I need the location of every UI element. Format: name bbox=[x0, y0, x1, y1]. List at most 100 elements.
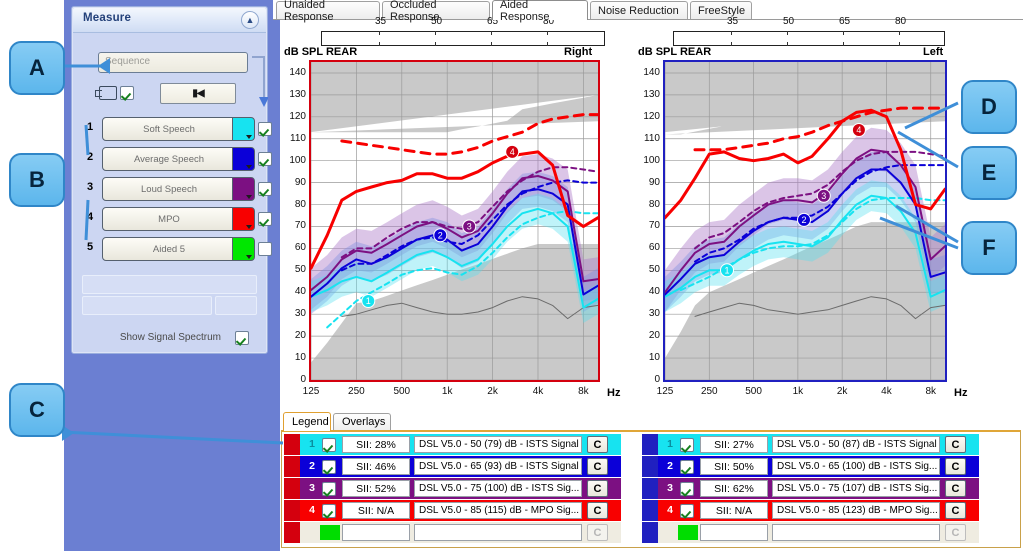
legend-tabstrip: Legend Overlays bbox=[281, 412, 1023, 431]
y-tick-10: 10 bbox=[648, 352, 660, 364]
legend-ear-color-bar bbox=[642, 434, 658, 455]
legend-c-button[interactable]: C bbox=[945, 480, 966, 497]
legend-description-cell bbox=[414, 524, 582, 541]
legend-row: 4 SII: N/A DSL V5.0 - 85 (115) dB - MPO Si… bbox=[284, 500, 621, 521]
chart-side-label: Left bbox=[923, 46, 944, 58]
legend-row-index: 2 bbox=[309, 460, 315, 472]
legend-c-button[interactable]: C bbox=[945, 436, 966, 453]
x-tick-8k: 8k bbox=[925, 386, 937, 397]
callout-d: D bbox=[961, 80, 1017, 134]
legend-sii-cell: SII: 46% bbox=[342, 458, 410, 475]
callout-c: C bbox=[9, 383, 65, 437]
legend-c-button[interactable]: C bbox=[587, 458, 608, 475]
y-tick-60: 60 bbox=[648, 242, 660, 254]
scale-tick-65: 65 bbox=[839, 16, 851, 27]
y-tick-110: 110 bbox=[644, 132, 660, 144]
legend-sii-cell: SII: 27% bbox=[700, 436, 768, 453]
legend-sii-cell: SII: N/A bbox=[342, 502, 410, 519]
legend-tab-legend[interactable]: Legend bbox=[283, 412, 331, 431]
x-tick-1k: 1k bbox=[792, 386, 804, 397]
legend-sii-cell: SII: 28% bbox=[342, 436, 410, 453]
legend-row-checkbox[interactable] bbox=[322, 438, 336, 452]
app-root: Measure ▲ Sequence ▮◀ 1 Soft Speech 2 Avera… bbox=[0, 0, 1023, 551]
legend-row: 2 SII: 50% DSL V5.0 - 65 (100) dB - ISTS S… bbox=[642, 456, 979, 477]
legend-ear-color-bar bbox=[284, 500, 300, 521]
legend-c-button[interactable]: C bbox=[587, 436, 608, 453]
legend-row-checkbox[interactable] bbox=[322, 504, 336, 518]
legend-row: 2 SII: 46% DSL V5.0 - 65 (93) dB - ISTS Si… bbox=[284, 456, 621, 477]
y-tick-0: 0 bbox=[654, 374, 660, 385]
svg-text:2: 2 bbox=[801, 215, 806, 225]
legend-ear-color-bar bbox=[642, 500, 658, 521]
legend-row-checkbox[interactable] bbox=[322, 482, 336, 496]
legend-row: 1 SII: 27% DSL V5.0 - 50 (87) dB - ISTS Si… bbox=[642, 434, 979, 455]
callout-f: F bbox=[961, 221, 1017, 275]
callout-b: B bbox=[9, 153, 65, 207]
svg-text:1: 1 bbox=[724, 266, 729, 276]
chart-y-axis-title: dB SPL REAR bbox=[638, 46, 712, 58]
legend-description-cell: DSL V5.0 - 65 (100) dB - ISTS Sig... bbox=[772, 458, 940, 475]
legend-row-checkbox[interactable] bbox=[680, 482, 694, 496]
legend-row-index: 4 bbox=[309, 504, 315, 516]
y-tick-90: 90 bbox=[648, 176, 660, 188]
legend-body: 1 SII: 28% DSL V5.0 - 50 (79) dB - ISTS Si… bbox=[281, 430, 1021, 548]
legend-c-button[interactable]: C bbox=[587, 524, 608, 541]
x-tick-125: 125 bbox=[656, 386, 674, 397]
legend-description-cell: DSL V5.0 - 75 (107) dB - ISTS Sig... bbox=[772, 480, 940, 497]
legend-description-cell: DSL V5.0 - 85 (123) dB - MPO Sig... bbox=[772, 502, 940, 519]
legend-row: 3 SII: 62% DSL V5.0 - 75 (107) dB - ISTS S… bbox=[642, 478, 979, 499]
x-tick-4k: 4k bbox=[881, 386, 892, 397]
legend-description-cell bbox=[772, 524, 940, 541]
y-tick-40: 40 bbox=[648, 286, 660, 298]
legend-c-button[interactable]: C bbox=[945, 524, 966, 541]
svg-text:3: 3 bbox=[821, 191, 826, 201]
y-tick-80: 80 bbox=[648, 198, 660, 210]
legend-c-button[interactable]: C bbox=[587, 480, 608, 497]
legend-tab-label: Overlays bbox=[342, 416, 386, 428]
legend-description-cell: DSL V5.0 - 75 (100) dB - ISTS Sig... bbox=[414, 480, 582, 497]
legend-table-right-ear: 1 SII: 28% DSL V5.0 - 50 (79) dB - ISTS Si… bbox=[284, 434, 621, 546]
legend-row-checkbox[interactable] bbox=[680, 460, 694, 474]
tab-label: Aided Response bbox=[500, 0, 550, 23]
legend-ear-color-bar bbox=[642, 456, 658, 477]
legend-row: C bbox=[642, 522, 979, 543]
legend-description-cell: DSL V5.0 - 65 (93) dB - ISTS Signal bbox=[414, 458, 582, 475]
legend-tab-overlays[interactable]: Overlays bbox=[333, 413, 391, 430]
legend-table-left-ear: 1 SII: 27% DSL V5.0 - 50 (87) dB - ISTS Si… bbox=[642, 434, 979, 546]
legend-ear-color-bar bbox=[284, 478, 300, 499]
legend-panel: Legend Overlays 1 SII: 28% DSL V5.0 - 50 (7… bbox=[281, 412, 1023, 551]
legend-row-checkbox[interactable] bbox=[680, 504, 694, 518]
legend-row-index: 2 bbox=[667, 460, 673, 472]
legend-ear-color-bar bbox=[284, 434, 300, 455]
input-level-scale-labels: 35 50 65 80 bbox=[693, 16, 943, 30]
legend-row-index: 1 bbox=[667, 438, 673, 450]
x-tick-250: 250 bbox=[700, 386, 718, 397]
legend-sii-cell: SII: 62% bbox=[700, 480, 768, 497]
legend-ear-color-bar bbox=[642, 522, 658, 543]
chart-left-ear: 35 50 65 80 dB SPL REAR Left Hz 0 10 20 30 40 50 60 70… bbox=[0, 0, 1023, 410]
plot-area-left-ear[interactable]: 1 2 3 4 bbox=[663, 60, 947, 382]
legend-row-index: 4 bbox=[667, 504, 673, 516]
legend-description-cell: DSL V5.0 - 50 (87) dB - ISTS Signal bbox=[772, 436, 940, 453]
legend-aided5-swatch[interactable] bbox=[320, 525, 340, 540]
legend-row-checkbox[interactable] bbox=[322, 460, 336, 474]
svg-text:4: 4 bbox=[856, 125, 861, 135]
scale-tick-80: 80 bbox=[895, 16, 907, 27]
legend-row: 4 SII: N/A DSL V5.0 - 85 (123) dB - MPO Si… bbox=[642, 500, 979, 521]
legend-aided5-swatch[interactable] bbox=[678, 525, 698, 540]
legend-sii-cell bbox=[700, 524, 768, 541]
input-level-slider[interactable] bbox=[673, 31, 945, 46]
scale-tick-35: 35 bbox=[727, 16, 739, 27]
tab-aided-response[interactable]: Aided Response bbox=[492, 0, 588, 23]
legend-row-checkbox[interactable] bbox=[680, 438, 694, 452]
legend-description-cell: DSL V5.0 - 85 (115) dB - MPO Sig... bbox=[414, 502, 582, 519]
legend-ear-color-bar bbox=[284, 522, 300, 543]
scale-tick-50: 50 bbox=[783, 16, 795, 27]
legend-c-button[interactable]: C bbox=[945, 458, 966, 475]
y-tick-100: 100 bbox=[643, 154, 660, 166]
legend-c-button[interactable]: C bbox=[587, 502, 608, 519]
y-tick-120: 120 bbox=[643, 110, 660, 122]
legend-ear-color-bar bbox=[284, 456, 300, 477]
chart-x-axis-label: Hz bbox=[954, 387, 968, 399]
legend-c-button[interactable]: C bbox=[945, 502, 966, 519]
